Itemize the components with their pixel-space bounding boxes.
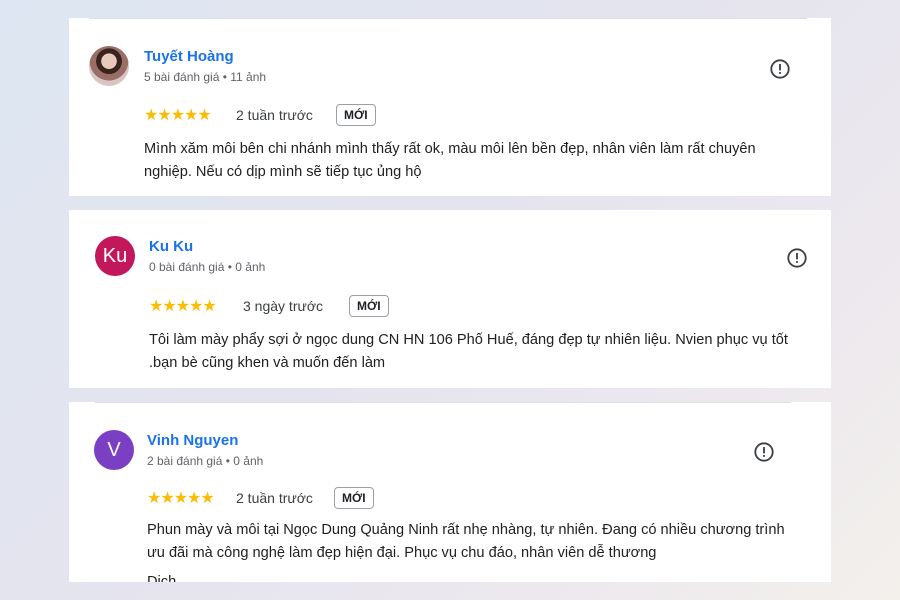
star-rating: ★★★★★ <box>149 298 217 315</box>
review-card: V Vinh Nguyen 2 bài đánh giá • 0 ảnh ★★★… <box>69 402 831 582</box>
new-badge: MỚI <box>349 295 389 317</box>
reviewer-stats: 0 bài đánh giá • 0 ảnh <box>149 260 266 274</box>
report-flag-icon[interactable] <box>753 441 775 463</box>
reviewer-name[interactable]: Vinh Nguyen <box>147 432 238 449</box>
divider <box>95 402 791 403</box>
star-rating: ★★★★★ <box>147 490 215 507</box>
new-badge: MỚI <box>336 104 376 126</box>
avatar[interactable]: V <box>94 430 134 470</box>
review-card: Ku Ku Ku 0 bài đánh giá • 0 ảnh ★★★★★ 3 … <box>69 210 831 388</box>
star-rating: ★★★★★ <box>144 107 212 124</box>
reviewer-stats: 2 bài đánh giá • 0 ảnh <box>147 454 264 468</box>
review-time: 2 tuần trước <box>236 490 313 506</box>
report-flag-icon[interactable] <box>786 247 808 269</box>
reviewer-stats: 5 bài đánh giá • 11 ảnh <box>144 70 267 84</box>
review-text: Tôi làm mày phẩy sợi ở ngọc dung CN HN 1… <box>149 332 788 371</box>
new-badge: MỚI <box>334 487 374 509</box>
avatar[interactable] <box>89 46 129 86</box>
reviewer-name[interactable]: Ku Ku <box>149 238 193 255</box>
divider <box>89 18 807 19</box>
review-card: Tuyết Hoàng 5 bài đánh giá • 11 ảnh ★★★★… <box>69 18 831 196</box>
reviewer-name[interactable]: Tuyết Hoàng <box>144 48 234 65</box>
review-time: 2 tuần trước <box>236 107 313 123</box>
review-text: Mình xăm môi bên chi nhánh mình thấy rất… <box>144 141 756 180</box>
avatar[interactable]: Ku <box>95 236 135 276</box>
review-time: 3 ngày trước <box>243 298 324 314</box>
review-text: Phun mày và môi tại Ngọc Dung Quảng Ninh… <box>147 522 785 561</box>
report-flag-icon[interactable] <box>769 58 791 80</box>
truncated-line: Dịch <box>147 574 177 582</box>
